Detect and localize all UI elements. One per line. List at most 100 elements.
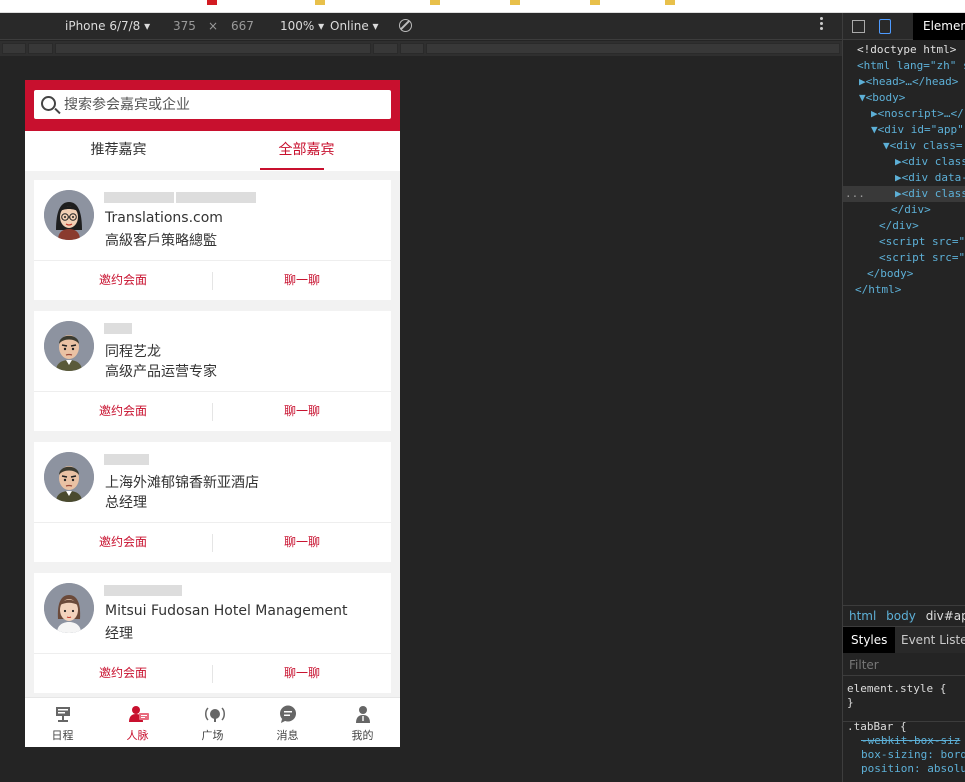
rotate-icon[interactable] [399,19,412,32]
active-tab-indicator [260,168,324,170]
guest-title: 经理 [105,626,133,642]
tab-favicon[interactable] [315,0,325,5]
invite-meeting-button[interactable]: 邀约会面 [34,654,212,693]
tabbar-label: 广场 [201,729,224,742]
dom-node[interactable]: ▼<div class= [843,138,965,154]
search-input[interactable] [64,94,364,115]
tabbar-item-me[interactable]: 我的 [325,698,400,747]
device-select[interactable]: iPhone 6/7/8 ▾ [65,19,150,33]
chat-button[interactable]: 聊一聊 [213,261,391,300]
user-icon [354,705,372,723]
guest-company: Mitsui Fudosan Hotel Management [105,603,348,619]
device-toggle-icon[interactable] [879,19,891,34]
guest-title: 总经理 [105,495,147,511]
search-icon [41,96,56,111]
styles-filter-input[interactable]: Filter [843,654,965,676]
guest-card[interactable]: Mitsui Fudosan Hotel Management 经理 邀约会面 … [34,573,391,693]
zoom-select[interactable]: 100% ▾ [280,19,324,33]
tabbar-css-rule: .tabBar { -webkit-box-siz box-sizing: bo… [847,720,965,775]
styles-tabs: Styles Event Listen [843,626,965,653]
invite-meeting-button[interactable]: 邀约会面 [34,523,212,562]
device-toolbar: iPhone 6/7/8 ▾ 375 × 667 100% ▾ Online ▾ [0,13,842,40]
inspect-element-icon[interactable] [852,20,865,33]
tabbar-label: 消息 [276,729,299,742]
guest-tabs: 推荐嘉宾 全部嘉宾 [25,131,400,171]
guest-title: 高级产品运营专家 [105,364,217,380]
breadcrumb-item[interactable]: html [849,609,876,623]
devtools-toolbar: Elements [843,13,965,40]
guest-card[interactable]: 上海外滩郁锦香新亚酒店 总经理 邀约会面 聊一聊 [34,442,391,562]
avatar [44,190,94,240]
breadcrumb-item[interactable]: div#ap [926,609,965,623]
search-box[interactable] [34,90,391,119]
devtools-panel: Elements <!doctype html> <html lang="zh"… [842,13,965,782]
tabbar-item-schedule[interactable]: 日程 [25,698,100,747]
dom-node[interactable]: <script src=" [843,234,965,250]
dom-node[interactable]: <script src=" [843,250,965,266]
presentation-icon [54,705,72,723]
tab-favicon[interactable] [590,0,600,5]
node-ellipsis: ... [845,187,865,200]
tab-elements[interactable]: Elements [913,13,965,40]
blurred-name [104,585,182,597]
invite-meeting-button[interactable]: 邀约会面 [34,392,212,431]
mobile-viewport: 推荐嘉宾 全部嘉宾 [25,80,400,747]
breadcrumb-item[interactable]: body [886,609,916,623]
invite-meeting-button[interactable]: 邀约会面 [34,261,212,300]
dimension-separator: × [208,19,219,33]
guest-company: 同程艺龙 [105,344,161,360]
contacts-icon [128,705,149,723]
tab-all-guests[interactable]: 全部嘉宾 [213,131,400,171]
guest-title: 高級客戶策略總監 [105,233,217,249]
tab-favicon[interactable] [665,0,675,5]
avatar [44,321,94,371]
dom-node[interactable]: ▶<div class [843,154,965,170]
tabbar-label: 人脉 [126,729,149,742]
tab-favicon[interactable] [510,0,520,5]
dom-node[interactable]: ▼<div id="app" [843,122,965,138]
dom-node[interactable]: </html> [843,282,965,298]
dom-node[interactable]: </div> [843,218,965,234]
chat-button[interactable]: 聊一聊 [213,654,391,693]
tab-favicon[interactable] [207,0,217,5]
guest-card[interactable]: Translations.com 高級客戶策略總監 邀约会面 聊一聊 [34,180,391,300]
tab-favicon[interactable] [430,0,440,5]
search-bar [25,80,400,131]
screen: iPhone 6/7/8 ▾ 375 × 667 100% ▾ Online ▾… [0,0,965,782]
woman-avatar-icon [44,583,94,633]
viewport-width[interactable]: 375 [173,19,196,33]
dom-node[interactable]: <!doctype html> [843,42,965,58]
network-throttle-select[interactable]: Online ▾ [330,19,379,33]
more-options-icon[interactable] [820,17,824,33]
element-style-rule: element.style { } [847,682,947,709]
woman-glasses-avatar-icon [44,190,94,240]
dom-node[interactable]: ▼<body> [843,90,965,106]
tabbar-label: 我的 [351,729,374,742]
guest-company: 上海外滩郁锦香新亚酒店 [105,475,259,491]
dom-node[interactable]: </body> [843,266,965,282]
tab-label: 全部嘉宾 [278,142,335,158]
avatar [44,583,94,633]
blurred-name [104,323,132,335]
tabbar-item-messages[interactable]: 消息 [250,698,325,747]
tab-recommended-guests[interactable]: 推荐嘉宾 [25,131,212,171]
dom-tree: <!doctype html> <html lang="zh" s ▶<head… [843,42,965,298]
dom-node[interactable]: </div> [843,202,965,218]
dom-node[interactable]: ▶<head>…</head> [843,74,965,90]
dom-node[interactable]: ▶<noscript>…</ [843,106,965,122]
tabbar-item-contacts[interactable]: 人脉 [100,698,175,747]
blurred-name [104,454,149,466]
dom-node-selected[interactable]: ... ▶<div class [843,186,965,202]
tab-styles[interactable]: Styles [843,627,896,653]
man-avatar-icon [44,321,94,371]
tabbar-item-square[interactable]: 广场 [175,698,250,747]
avatar [44,452,94,502]
viewport-height[interactable]: 667 [231,19,254,33]
chat-button[interactable]: 聊一聊 [213,392,391,431]
dom-node[interactable]: <html lang="zh" s [843,58,965,74]
tab-event-listeners[interactable]: Event Listen [893,627,965,653]
dom-node[interactable]: ▶<div data- [843,170,965,186]
chat-button[interactable]: 聊一聊 [213,523,391,562]
blurred-name [104,192,256,204]
guest-card[interactable]: 同程艺龙 高级产品运营专家 邀约会面 聊一聊 [34,311,391,431]
